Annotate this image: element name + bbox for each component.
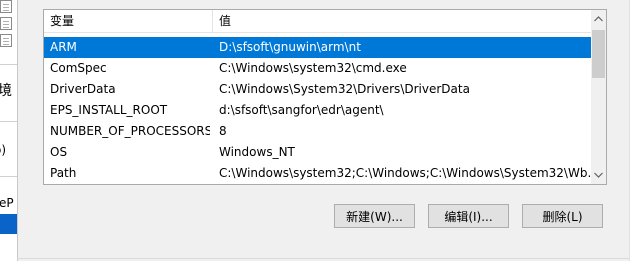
variable-value: 8 [219,124,227,138]
list-row[interactable]: Path C:\Windows\system32;C:\Windows;C:\W… [44,163,593,184]
left-panel-fragment: 境 o) uleP [0,0,18,261]
variable-value: C:\Windows\System32\Drivers\DriverData [219,82,470,96]
list-row[interactable]: NUMBER_OF_PROCESSORS 8 [44,121,593,142]
list-row[interactable]: ARM D:\sfsoft\gnuwin\arm\nt [44,37,593,58]
document-icon [0,0,12,13]
variable-name: ARM [50,40,77,54]
variable-name: DriverData [50,82,116,96]
edit-variable-button[interactable]: 编辑(I)... [428,204,509,228]
chevron-down-icon[interactable] [591,167,606,183]
delete-variable-button[interactable]: 删除(L) [522,204,603,228]
list-row[interactable]: ComSpec C:\Windows\system32\cmd.exe [44,58,593,79]
variable-name: NUMBER_OF_PROCESSORS [50,124,210,138]
list-row[interactable]: DriverData C:\Windows\System32\Drivers\D… [44,79,593,100]
divider [0,64,17,65]
vertical-scrollbar[interactable] [591,10,606,184]
variable-name: Path [50,166,77,180]
left-fragment-env-text: 境 [0,80,12,100]
scrollbar-thumb[interactable] [592,30,605,78]
divider [17,258,630,259]
document-icon [0,17,12,30]
list-rows: ARM D:\sfsoft\gnuwin\arm\nt ComSpec C:\W… [44,37,593,184]
variable-value: Windows_NT [219,145,295,159]
divider [0,176,17,177]
left-fragment-radio-text: o) [0,143,7,157]
list-row[interactable]: EPS_INSTALL_ROOT d:\sfsoft\sangfor\edr\a… [44,100,593,121]
variable-value: C:\Windows\system32\cmd.exe [219,61,407,75]
document-icon [0,34,12,47]
variable-name: OS [50,145,68,159]
list-row[interactable]: OS Windows_NT [44,142,593,163]
variable-value: d:\sfsoft\sangfor\edr\agent\ [219,103,384,117]
system-variables-list[interactable]: 变量 值 ARM D:\sfsoft\gnuwin\arm\nt ComSpec… [43,9,607,185]
variable-name: ComSpec [50,61,107,75]
new-variable-button[interactable]: 新建(W)... [334,204,415,228]
chevron-up-icon[interactable] [591,11,606,27]
selected-item-fragment[interactable] [0,214,17,234]
column-header-value[interactable]: 值 [213,10,593,32]
variable-value: D:\sfsoft\gnuwin\arm\nt [219,40,361,54]
column-header-variable[interactable]: 变量 [44,10,213,32]
list-header: 变量 值 [44,10,593,33]
variable-value: C:\Windows\system32;C:\Windows;C:\Window… [219,166,593,180]
variable-name: EPS_INSTALL_ROOT [50,103,168,117]
left-fragment-module-text: uleP [0,196,14,210]
divider [0,121,17,122]
